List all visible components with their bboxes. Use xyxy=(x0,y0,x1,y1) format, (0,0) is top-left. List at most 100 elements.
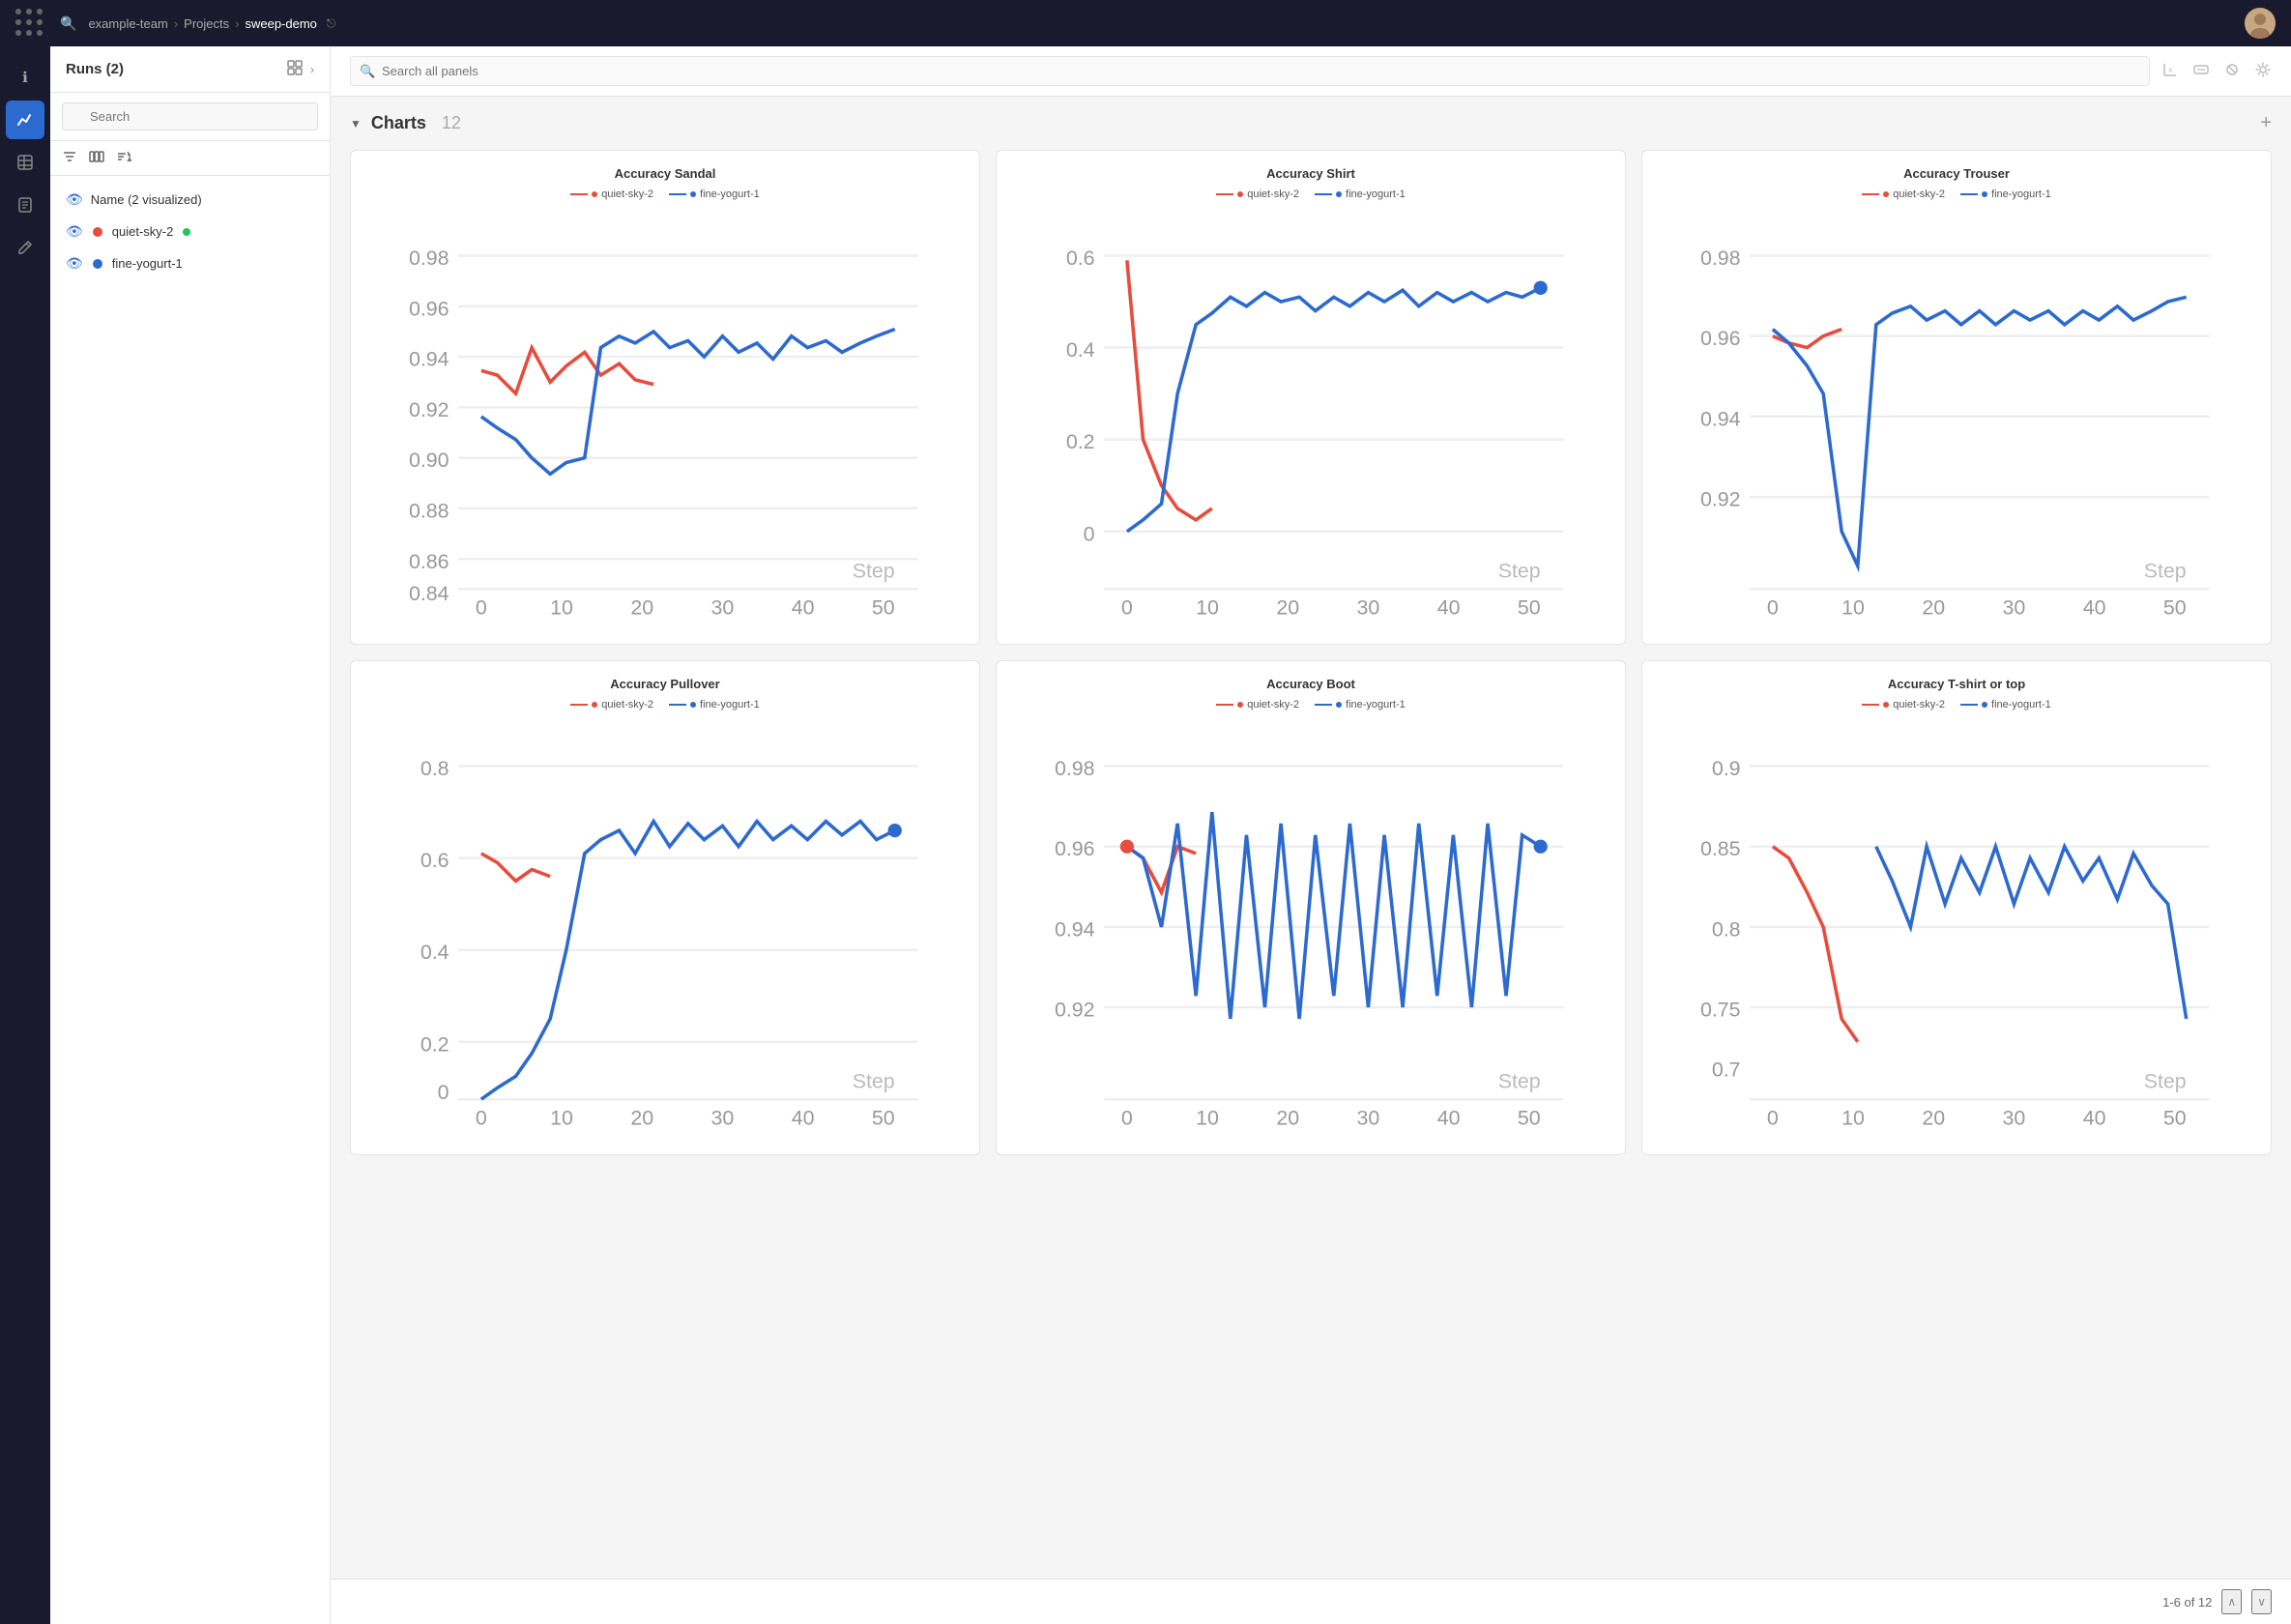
chart-accuracy-trouser: Accuracy Trouser quiet-sky-2 fine-yogurt… xyxy=(1641,150,2272,645)
runs-expand-icon[interactable]: › xyxy=(310,63,314,76)
content-area: 🔍 X xyxy=(331,46,2291,1624)
run-item-fine-yogurt[interactable]: 👁 fine-yogurt-1 xyxy=(50,247,330,279)
chart-legend-sandal: quiet-sky-2 fine-yogurt-1 xyxy=(366,188,964,200)
svg-text:0.88: 0.88 xyxy=(409,500,450,523)
svg-text:Step: Step xyxy=(853,559,895,582)
runs-search-input[interactable] xyxy=(62,102,318,130)
svg-text:30: 30 xyxy=(711,595,735,619)
search-wrap: 🔍 xyxy=(350,56,2150,86)
legend-fine-yogurt-tshirt: fine-yogurt-1 xyxy=(1991,699,2051,710)
legend-fine-yogurt-trouser: fine-yogurt-1 xyxy=(1991,188,2051,200)
icon-sidebar: ℹ xyxy=(0,46,50,1624)
chart-accuracy-shirt: Accuracy Shirt quiet-sky-2 fine-yogurt-1 xyxy=(996,150,1626,645)
svg-text:0.86: 0.86 xyxy=(409,550,450,573)
svg-text:0: 0 xyxy=(1121,1106,1133,1129)
settings-icon[interactable] xyxy=(2254,61,2272,82)
svg-text:40: 40 xyxy=(2083,1106,2106,1129)
sidebar-brush-button[interactable] xyxy=(6,228,44,267)
runs-panel: Runs (2) › 🔍 xyxy=(50,46,331,1624)
legend-quiet-sky-shirt: quiet-sky-2 xyxy=(1247,188,1299,200)
sidebar-table-button[interactable] xyxy=(6,143,44,182)
svg-text:30: 30 xyxy=(1357,595,1380,619)
content-search-icon: 🔍 xyxy=(360,64,375,79)
breadcrumb-team[interactable]: example-team xyxy=(88,16,167,31)
runs-layout-icon[interactable] xyxy=(287,60,303,78)
svg-text:0.2: 0.2 xyxy=(420,1032,450,1056)
runs-list: 👁 Name (2 visualized) 👁 quiet-sky-2 👁 fi… xyxy=(50,176,330,1624)
charts-title: Charts xyxy=(371,113,426,133)
svg-text:0: 0 xyxy=(1767,1106,1779,1129)
add-chart-button[interactable]: + xyxy=(2260,112,2272,134)
svg-text:0.8: 0.8 xyxy=(420,757,450,780)
chart-title-shirt: Accuracy Shirt xyxy=(1012,166,1610,181)
run-color-quiet-sky xyxy=(93,227,102,237)
axis-icon[interactable]: X xyxy=(2161,61,2179,82)
svg-text:50: 50 xyxy=(872,595,895,619)
breadcrumb-project[interactable]: sweep-demo xyxy=(245,16,316,31)
user-avatar[interactable] xyxy=(2245,8,2276,39)
chart-accuracy-pullover: Accuracy Pullover quiet-sky-2 fine-yogur… xyxy=(350,660,980,1155)
svg-text:50: 50 xyxy=(2163,1106,2187,1129)
svg-text:20: 20 xyxy=(630,1106,653,1129)
legend-quiet-sky-sandal: quiet-sky-2 xyxy=(601,188,653,200)
charts-collapse-chevron[interactable]: ▼ xyxy=(350,117,362,130)
svg-text:10: 10 xyxy=(1196,595,1219,619)
svg-text:Step: Step xyxy=(2144,1069,2187,1092)
svg-text:0.96: 0.96 xyxy=(1055,837,1095,860)
app-logo[interactable] xyxy=(15,9,44,38)
sidebar-report-button[interactable] xyxy=(6,186,44,224)
svg-text:0.7: 0.7 xyxy=(1712,1058,1741,1081)
runs-header: Runs (2) › xyxy=(50,46,330,93)
svg-text:0.90: 0.90 xyxy=(409,449,450,472)
outlier-icon[interactable] xyxy=(2223,61,2241,82)
svg-text:0.92: 0.92 xyxy=(409,398,450,421)
svg-text:20: 20 xyxy=(630,595,653,619)
legend-quiet-sky-pullover: quiet-sky-2 xyxy=(601,699,653,710)
smooth-icon[interactable] xyxy=(2192,61,2210,82)
svg-text:0.2: 0.2 xyxy=(1066,430,1095,453)
chart-title-tshirt: Accuracy T-shirt or top xyxy=(1658,677,2255,691)
svg-text:30: 30 xyxy=(1357,1106,1380,1129)
sidebar-charts-button[interactable] xyxy=(6,101,44,139)
chart-legend-boot: quiet-sky-2 fine-yogurt-1 xyxy=(1012,699,1610,710)
charts-count: 12 xyxy=(442,113,461,133)
content-toolbar: 🔍 X xyxy=(331,46,2291,97)
svg-text:0.96: 0.96 xyxy=(1700,327,1741,350)
svg-text:0.98: 0.98 xyxy=(1055,757,1095,780)
run-item-quiet-sky[interactable]: 👁 quiet-sky-2 xyxy=(50,216,330,247)
svg-text:0.98: 0.98 xyxy=(409,246,450,270)
share-icon[interactable]: ⎋ xyxy=(327,16,336,31)
svg-text:0.6: 0.6 xyxy=(420,849,450,872)
pagination-prev-button[interactable]: ∧ xyxy=(2221,1589,2242,1614)
columns-icon[interactable] xyxy=(89,149,104,167)
breadcrumb-projects[interactable]: Projects xyxy=(184,16,229,31)
svg-text:0.84: 0.84 xyxy=(409,582,450,605)
run-status-quiet-sky xyxy=(183,228,190,236)
legend-fine-yogurt-pullover: fine-yogurt-1 xyxy=(700,699,760,710)
run-eye-quiet-sky[interactable]: 👁 xyxy=(66,223,83,240)
run-eye-fine-yogurt[interactable]: 👁 xyxy=(66,255,83,272)
charts-grid: Accuracy Sandal quiet-sky-2 fine-yogurt-… xyxy=(350,150,2272,1155)
svg-text:0.4: 0.4 xyxy=(420,941,450,964)
charts-section: ▼ Charts 12 + Accuracy Sandal quiet-sky-… xyxy=(331,97,2291,1579)
filter-icon[interactable] xyxy=(62,149,77,167)
eye-icon-header[interactable]: 👁 xyxy=(66,191,83,208)
svg-text:0: 0 xyxy=(476,1106,487,1129)
panel-search-input[interactable] xyxy=(350,56,2150,86)
legend-quiet-sky-tshirt: quiet-sky-2 xyxy=(1893,699,1945,710)
runs-name-header: 👁 Name (2 visualized) xyxy=(50,184,330,216)
navbar-search-icon[interactable]: 🔍 xyxy=(60,15,76,32)
pagination-next-button[interactable]: ∨ xyxy=(2251,1589,2272,1614)
svg-text:50: 50 xyxy=(2163,595,2187,619)
charts-header: ▼ Charts 12 + xyxy=(350,112,2272,134)
svg-text:40: 40 xyxy=(792,595,815,619)
run-name-quiet-sky: quiet-sky-2 xyxy=(112,224,174,239)
sort-icon[interactable] xyxy=(116,149,131,167)
svg-text:30: 30 xyxy=(2003,1106,2026,1129)
svg-text:50: 50 xyxy=(1518,595,1541,619)
legend-fine-yogurt-shirt: fine-yogurt-1 xyxy=(1346,188,1406,200)
chart-title-pullover: Accuracy Pullover xyxy=(366,677,964,691)
sidebar-info-button[interactable]: ℹ xyxy=(6,58,44,97)
svg-text:30: 30 xyxy=(2003,595,2026,619)
svg-text:40: 40 xyxy=(1437,595,1461,619)
